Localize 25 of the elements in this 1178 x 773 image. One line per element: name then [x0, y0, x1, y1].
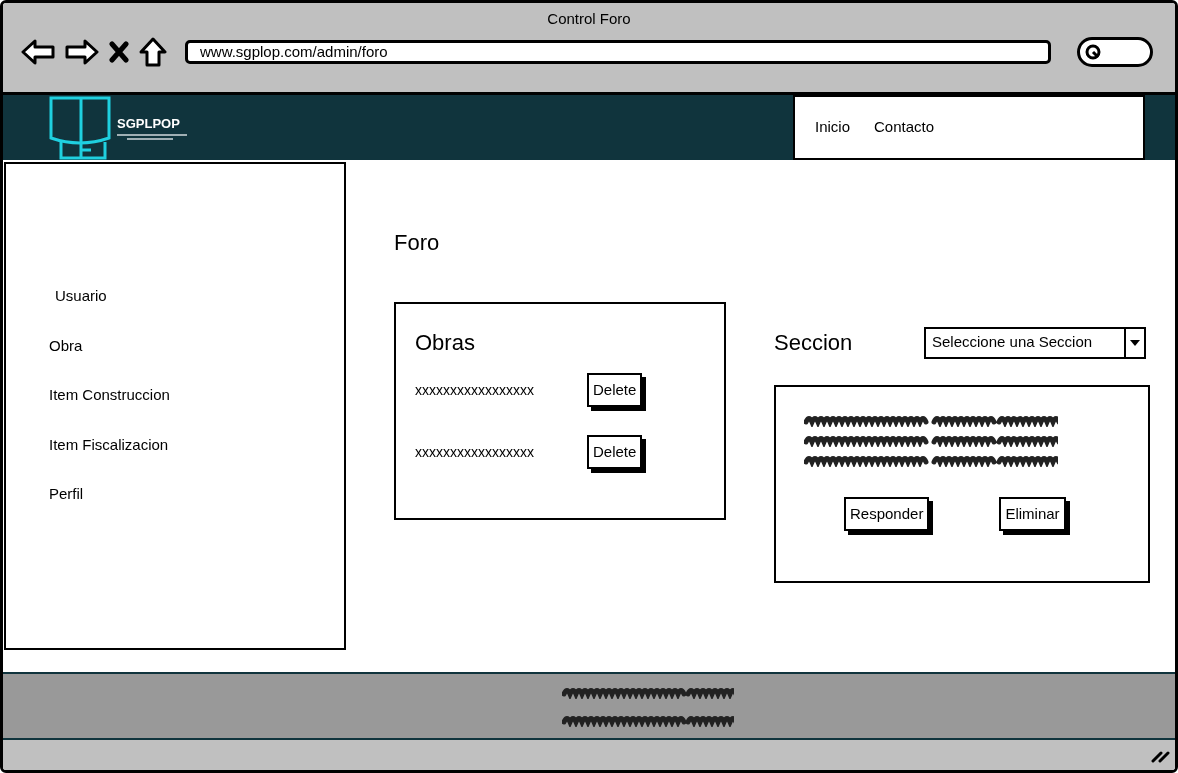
sidebar-item[interactable]: Item Fiscalizacion: [49, 433, 169, 456]
logo-icon: [47, 95, 113, 160]
dropdown-caret-icon: [1130, 339, 1140, 346]
forward-icon[interactable]: [65, 38, 99, 65]
sidebar-item[interactable]: Item Construccion: [49, 384, 170, 407]
sidebar-item[interactable]: Perfil: [49, 483, 84, 506]
obra-name: xxxxxxxxxxxxxxxxx: [415, 380, 535, 400]
section-dropdown[interactable]: Seleccione una Seccion: [924, 326, 1146, 359]
page-title: Foro: [394, 229, 441, 257]
search-field[interactable]: [1077, 36, 1153, 67]
sidebar-item[interactable]: Obra: [49, 334, 83, 357]
obra-name: xxxxxxxxxxxxxxxxx: [415, 442, 535, 462]
window-title: Control Foro: [547, 9, 631, 29]
sidebar-item[interactable]: Usuario: [55, 285, 107, 308]
back-icon[interactable]: [21, 38, 55, 65]
address-field[interactable]: www.sgplop.com/admin/foro: [185, 39, 1051, 64]
nav-link[interactable]: Contacto: [874, 116, 935, 139]
nav-link[interactable]: Inicio: [815, 116, 851, 139]
home-icon[interactable]: [139, 36, 167, 67]
close-icon[interactable]: [109, 40, 129, 63]
section-label: Seccion: [774, 329, 854, 357]
logo-subtitle-drawing: [117, 133, 187, 142]
logo-text: SGPLPOP: [117, 114, 181, 133]
card-title: Obras: [415, 329, 476, 357]
search-icon: [1084, 42, 1102, 61]
